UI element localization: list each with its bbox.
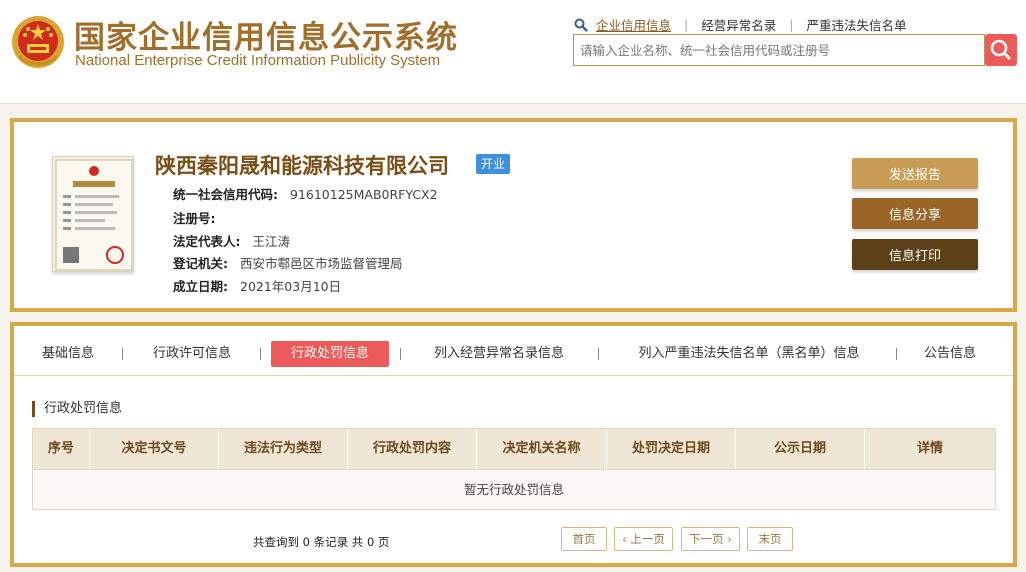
search-box	[573, 34, 985, 66]
info-value: 西安市鄠邑区市场监督管理局	[240, 256, 403, 271]
site-subtitle: National Enterprise Credit Information P…	[75, 52, 441, 69]
tab-admin-penalty[interactable]: 行政处罚信息	[271, 341, 389, 367]
penalty-table: 序号 决定书文号 违法行为类型 行政处罚内容 决定机关名称 处罚决定日期 公示日…	[32, 428, 996, 510]
table-header: 序号 决定书文号 违法行为类型 行政处罚内容 决定机关名称 处罚决定日期 公示日…	[32, 428, 996, 470]
print-info-button[interactable]: 信息打印	[852, 239, 978, 270]
first-page-button[interactable]: 首页	[561, 527, 607, 551]
info-value: 王江涛	[252, 234, 291, 249]
column-header: 行政处罚内容	[348, 429, 477, 469]
tab-separator	[598, 348, 599, 360]
info-row-legal-rep: 法定代表人: 王江涛	[173, 231, 290, 250]
tab-admin-license[interactable]: 行政许可信息	[142, 341, 242, 367]
column-header: 决定机关名称	[477, 429, 607, 469]
site-title: 国家企业信用信息公示系统	[74, 20, 458, 56]
link-serious-violation[interactable]: 严重违法失信名单	[806, 15, 906, 34]
pagination-summary: 共查询到 0 条记录 共 0 页	[253, 535, 390, 549]
tab-bar: 基础信息 行政许可信息 行政处罚信息 列入经营异常名录信息 列入严重违法失信名单…	[14, 326, 1013, 376]
share-info-button[interactable]: 信息分享	[852, 198, 978, 229]
info-value: 91610125MAB0RFYCX2	[290, 187, 438, 202]
tab-separator	[400, 348, 401, 360]
prev-page-label: 上一页	[630, 532, 665, 546]
tab-basic-info[interactable]: 基础信息	[32, 341, 104, 367]
search-button[interactable]	[985, 34, 1017, 66]
info-row-establish-date: 成立日期: 2021年03月10日	[173, 276, 341, 295]
info-row-registration-number: 注册号:	[173, 208, 228, 227]
info-row-credit-code: 统一社会信用代码: 91610125MAB0RFYCX2	[173, 184, 438, 203]
national-emblem-icon	[12, 16, 64, 68]
info-value: 2021年03月10日	[240, 279, 342, 294]
tab-serious-violation[interactable]: 列入严重违法失信名单（黑名单）信息	[614, 341, 884, 367]
link-separator: |	[684, 17, 689, 32]
search-icon	[990, 39, 1012, 61]
info-label: 登记机关:	[173, 256, 228, 271]
site-header: 国家企业信用信息公示系统 National Enterprise Credit …	[0, 0, 1026, 104]
tab-abnormal-operation[interactable]: 列入经营异常名录信息	[418, 341, 580, 367]
send-report-button[interactable]: 发送报告	[852, 158, 978, 189]
link-abnormal-operation[interactable]: 经营异常名录	[701, 15, 776, 34]
info-row-registration-authority: 登记机关: 西安市鄠邑区市场监督管理局	[173, 253, 403, 272]
top-links: 企业信用信息 | 经营异常名录 | 严重违法失信名单	[574, 15, 906, 34]
next-page-button[interactable]: 下一页 ›	[681, 527, 740, 551]
info-label: 注册号:	[173, 211, 216, 226]
company-name: 陕西秦阳晟和能源科技有限公司	[155, 154, 449, 178]
info-label: 成立日期:	[173, 279, 228, 294]
column-header: 详情	[916, 441, 943, 456]
link-separator: |	[789, 17, 794, 32]
link-enterprise-credit[interactable]: 企业信用信息	[596, 15, 671, 34]
tab-separator	[896, 348, 897, 360]
info-label: 统一社会信用代码:	[173, 187, 278, 202]
section-title: 行政处罚信息	[32, 401, 122, 417]
tab-announcement[interactable]: 公告信息	[914, 341, 986, 367]
search-input[interactable]	[574, 35, 984, 65]
tab-separator	[122, 348, 123, 360]
magnifier-icon	[574, 18, 588, 32]
column-header: 处罚决定日期	[607, 429, 736, 469]
detail-tabs-panel: 基础信息 行政许可信息 行政处罚信息 列入经营异常名录信息 列入严重违法失信名单…	[10, 322, 1017, 567]
prev-page-button[interactable]: ‹ 上一页	[614, 527, 673, 551]
company-summary-panel: 陕西秦阳晟和能源科技有限公司 开业 统一社会信用代码: 91610125MAB0R…	[10, 118, 1017, 312]
info-label: 法定代表人:	[173, 234, 241, 249]
table-empty-row: 暂无行政处罚信息	[32, 470, 996, 510]
status-badge: 开业	[476, 154, 510, 174]
business-license-image[interactable]	[52, 156, 134, 272]
column-header: 公示日期	[736, 429, 865, 469]
last-page-button[interactable]: 末页	[747, 527, 793, 551]
column-header: 决定书文号	[90, 429, 219, 469]
business-license-graphic	[55, 159, 133, 271]
column-header: 违法行为类型	[219, 429, 348, 469]
next-page-label: 下一页	[689, 532, 724, 546]
tab-separator	[260, 348, 261, 360]
column-header: 序号	[33, 429, 90, 469]
